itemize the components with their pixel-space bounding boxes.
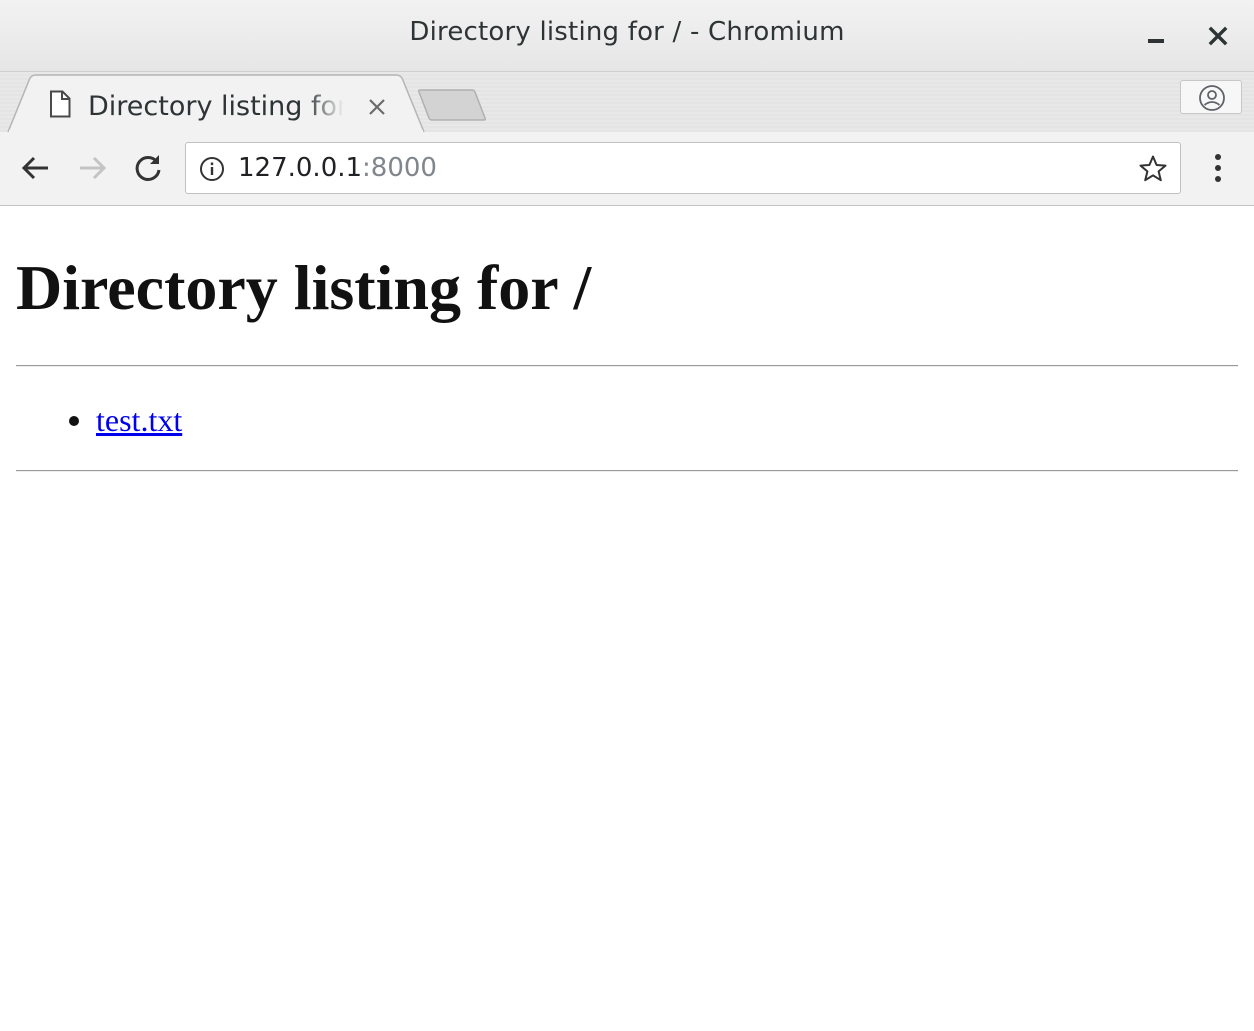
window-title: Directory listing for / - Chromium [409, 17, 845, 47]
address-bar[interactable]: 127.0.0.1:8000 [185, 142, 1181, 194]
bookmark-star-icon[interactable] [1138, 154, 1168, 184]
new-tab-button[interactable] [416, 88, 488, 122]
arrow-right-icon [80, 156, 107, 180]
browser-menu-button[interactable] [1200, 150, 1236, 186]
url-port: :8000 [362, 153, 437, 183]
tab-close-icon[interactable] [368, 98, 386, 116]
file-link[interactable]: test.txt [96, 400, 182, 440]
horizontal-rule [16, 470, 1238, 472]
url-host: 127.0.0.1 [238, 153, 363, 183]
info-icon[interactable] [199, 156, 225, 182]
title-bar: Directory listing for / - Chromium [0, 0, 1254, 72]
page-heading: Directory listing for / [16, 252, 592, 323]
tab-title: Directory listing for / [88, 91, 344, 122]
arrow-left-icon [21, 156, 48, 180]
bullet-icon [69, 416, 79, 426]
back-button[interactable] [18, 150, 54, 186]
minimize-button[interactable] [1138, 18, 1174, 54]
menu-dot [1215, 154, 1221, 160]
forward-button[interactable] [74, 150, 110, 186]
profile-button[interactable] [1180, 80, 1242, 114]
horizontal-rule [16, 365, 1238, 367]
reload-icon [135, 155, 161, 181]
tab-strip: Directory listing for / [0, 72, 1254, 132]
close-window-button[interactable] [1200, 18, 1236, 54]
minimize-icon [1148, 39, 1164, 43]
page-content: Directory listing for / test.txt [0, 206, 1254, 1031]
document-icon [50, 90, 71, 118]
reload-button[interactable] [130, 150, 166, 186]
person-icon [1199, 85, 1225, 111]
navigation-toolbar: 127.0.0.1:8000 [0, 132, 1254, 206]
url-text[interactable]: 127.0.0.1:8000 [238, 153, 437, 183]
browser-window: Directory listing for / - Chromium Direc… [0, 0, 1254, 1031]
tab-directory-listing[interactable]: Directory listing for / [40, 78, 400, 132]
menu-dot [1215, 176, 1221, 182]
menu-dot [1215, 165, 1221, 171]
close-icon [1208, 26, 1228, 46]
